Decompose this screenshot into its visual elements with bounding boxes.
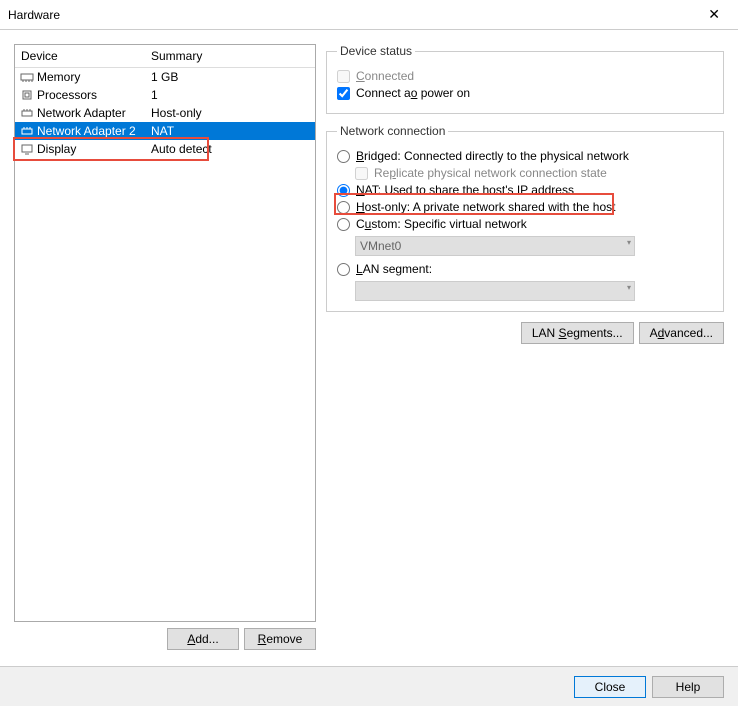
titlebar: Hardware ✕ xyxy=(0,0,738,30)
network-connection-legend: Network connection xyxy=(337,124,448,138)
lanseg-combo xyxy=(355,281,635,301)
hostonly-radio-row[interactable]: Host-only: A private network shared with… xyxy=(337,200,713,214)
cpu-icon xyxy=(19,88,35,102)
lan-segments-button[interactable]: LAN Segments... xyxy=(521,322,634,344)
network-connection-group: Network connection Bridged: Connected di… xyxy=(326,124,724,312)
list-rows: Memory1 GBProcessors1Network AdapterHost… xyxy=(15,68,315,158)
left-panel: Device Summary Memory1 GBProcessors1Netw… xyxy=(14,44,316,650)
content-area: Device Summary Memory1 GBProcessors1Netw… xyxy=(0,30,738,664)
device-row-2[interactable]: Network AdapterHost-only xyxy=(15,104,315,122)
device-row-1[interactable]: Processors1 xyxy=(15,86,315,104)
remove-button[interactable]: Remove xyxy=(244,628,316,650)
device-summary: Host-only xyxy=(151,106,311,120)
device-name: Display xyxy=(37,142,151,156)
memory-icon xyxy=(19,70,35,84)
custom-combo xyxy=(355,236,635,256)
right-panel: Device status Connected Connect ao power… xyxy=(326,44,724,650)
device-name: Memory xyxy=(37,70,151,84)
col-summary-header[interactable]: Summary xyxy=(151,49,309,63)
bridged-radio-row[interactable]: Bridged: Connected directly to the physi… xyxy=(337,149,713,163)
custom-radio-row[interactable]: Custom: Specific virtual network xyxy=(337,217,713,231)
lanseg-radio-row[interactable]: LAN segment: xyxy=(337,262,713,276)
device-summary: NAT xyxy=(151,124,311,138)
window-title: Hardware xyxy=(8,8,698,22)
hostonly-radio[interactable] xyxy=(337,201,350,214)
power-on-checkbox[interactable] xyxy=(337,87,350,100)
power-on-checkbox-row[interactable]: Connect ao power on xyxy=(337,86,713,100)
device-row-3[interactable]: Network Adapter 2NAT xyxy=(15,122,315,140)
device-summary: 1 xyxy=(151,88,311,102)
close-icon[interactable]: ✕ xyxy=(698,4,730,25)
device-row-4[interactable]: DisplayAuto detect xyxy=(15,140,315,158)
net-icon xyxy=(19,124,35,138)
lanseg-radio[interactable] xyxy=(337,263,350,276)
connected-checkbox-row: Connected xyxy=(337,69,713,83)
bridged-radio[interactable] xyxy=(337,150,350,163)
device-list: Device Summary Memory1 GBProcessors1Netw… xyxy=(14,44,316,622)
device-row-0[interactable]: Memory1 GB xyxy=(15,68,315,86)
close-button[interactable]: Close xyxy=(574,676,646,698)
device-status-group: Device status Connected Connect ao power… xyxy=(326,44,724,114)
nat-radio-row[interactable]: NAT: Used to share the host's IP address xyxy=(337,183,713,197)
device-name: Network Adapter xyxy=(37,106,151,120)
col-device-header[interactable]: Device xyxy=(21,49,151,63)
custom-radio[interactable] xyxy=(337,218,350,231)
bottom-bar: Close Help xyxy=(0,666,738,706)
help-button[interactable]: Help xyxy=(652,676,724,698)
connected-checkbox xyxy=(337,70,350,83)
advanced-button[interactable]: Advanced... xyxy=(639,322,724,344)
replicate-checkbox-row: Replicate physical network connection st… xyxy=(355,166,713,180)
right-buttons: LAN Segments... Advanced... xyxy=(326,322,724,344)
replicate-checkbox xyxy=(355,167,368,180)
net-icon xyxy=(19,106,35,120)
device-name: Processors xyxy=(37,88,151,102)
left-buttons: Add... Remove xyxy=(14,628,316,650)
add-button[interactable]: Add... xyxy=(167,628,239,650)
list-header: Device Summary xyxy=(15,45,315,68)
display-icon xyxy=(19,142,35,156)
device-status-legend: Device status xyxy=(337,44,415,58)
nat-radio[interactable] xyxy=(337,184,350,197)
device-summary: 1 GB xyxy=(151,70,311,84)
device-summary: Auto detect xyxy=(151,142,311,156)
device-name: Network Adapter 2 xyxy=(37,124,151,138)
